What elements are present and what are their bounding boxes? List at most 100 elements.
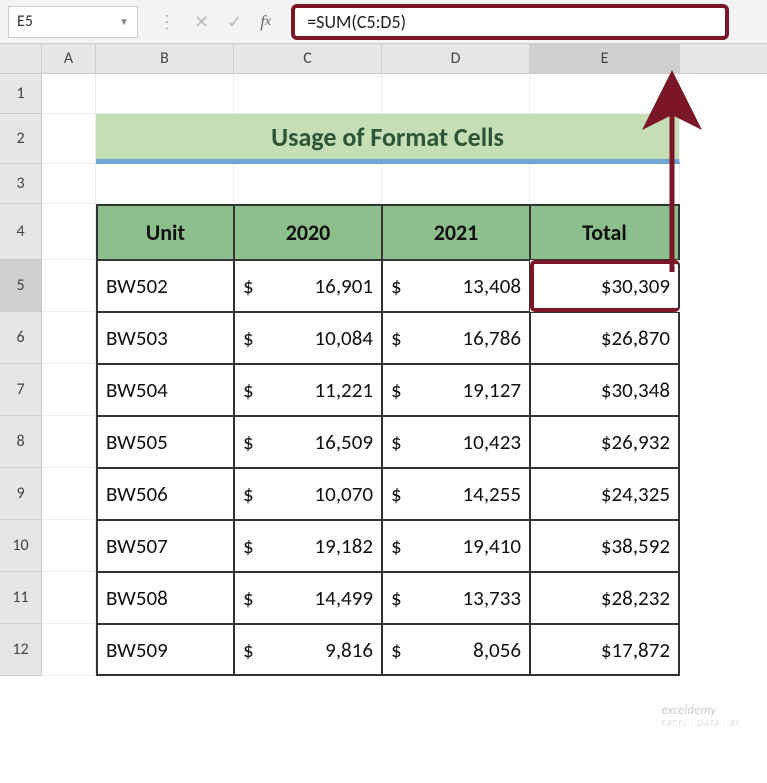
col-header-E[interactable]: E xyxy=(530,44,680,73)
cell-A10[interactable] xyxy=(42,520,96,572)
watermark: exceldemy EXCEL · DATA · BI xyxy=(662,703,739,729)
cell-A5[interactable] xyxy=(42,260,96,312)
cell-A6[interactable] xyxy=(42,312,96,364)
spreadsheet-grid: A B C D E 1 2 Usage of Format Cells 3 xyxy=(0,44,767,676)
row-header-9[interactable]: 9 xyxy=(0,468,42,520)
cell-A12[interactable] xyxy=(42,624,96,676)
cell-total-10[interactable]: $38,592 xyxy=(530,520,680,572)
cell-A2[interactable] xyxy=(42,114,96,164)
cell-D3[interactable] xyxy=(382,164,530,204)
row-6: 6 BW503 $10,084 $16,786 $26,870 xyxy=(0,312,767,364)
cell-A9[interactable] xyxy=(42,468,96,520)
row-header-8[interactable]: 8 xyxy=(0,416,42,468)
cell-unit-10[interactable]: BW507 xyxy=(96,520,234,572)
col-header-C[interactable]: C xyxy=(234,44,382,73)
cell-A8[interactable] xyxy=(42,416,96,468)
cell-2021-12[interactable]: $8,056 xyxy=(382,624,530,676)
cell-2021-5[interactable]: $13,408 xyxy=(382,260,530,312)
cell-total-6[interactable]: $26,870 xyxy=(530,312,680,364)
cell-total-11[interactable]: $28,232 xyxy=(530,572,680,624)
cell-A3[interactable] xyxy=(42,164,96,204)
row-header-4[interactable]: 4 xyxy=(0,204,42,260)
formula-bar: E5 ▼ ⋮ ✕ ✓ fx =SUM(C5:D5) xyxy=(0,0,767,44)
row-header-2[interactable]: 2 xyxy=(0,114,42,164)
row-header-5[interactable]: 5 xyxy=(0,260,42,312)
cell-2020-6[interactable]: $10,084 xyxy=(234,312,382,364)
row-12: 12 BW509 $9,816 $8,056 $17,872 xyxy=(0,624,767,676)
formula-bar-buttons: ⋮ ✕ ✓ fx xyxy=(158,11,271,33)
row-3: 3 xyxy=(0,164,767,204)
col-header-B[interactable]: B xyxy=(96,44,234,73)
row-2: 2 Usage of Format Cells xyxy=(0,114,767,164)
cancel-icon[interactable]: ✕ xyxy=(194,11,209,33)
name-box[interactable]: E5 ▼ xyxy=(8,6,138,38)
cell-A1[interactable] xyxy=(42,74,96,114)
header-unit[interactable]: Unit xyxy=(96,204,234,260)
cell-2021-8[interactable]: $10,423 xyxy=(382,416,530,468)
cell-A11[interactable] xyxy=(42,572,96,624)
watermark-text: exceldemy xyxy=(662,703,717,718)
header-total[interactable]: Total xyxy=(530,204,680,260)
row-10: 10 BW507 $19,182 $19,410 $38,592 xyxy=(0,520,767,572)
col-header-D[interactable]: D xyxy=(382,44,530,73)
cell-C3[interactable] xyxy=(234,164,382,204)
select-all-corner[interactable] xyxy=(0,44,42,73)
cell-unit-6[interactable]: BW503 xyxy=(96,312,234,364)
cell-unit-5[interactable]: BW502 xyxy=(96,260,234,312)
row-header-7[interactable]: 7 xyxy=(0,364,42,416)
name-box-value: E5 xyxy=(17,12,33,31)
cell-2020-8[interactable]: $16,509 xyxy=(234,416,382,468)
col-header-A[interactable]: A xyxy=(42,44,96,73)
cell-A4[interactable] xyxy=(42,204,96,260)
header-2020[interactable]: 2020 xyxy=(234,204,382,260)
checkmark-icon[interactable]: ✓ xyxy=(227,11,242,33)
cell-D1[interactable] xyxy=(382,74,530,114)
cell-unit-11[interactable]: BW508 xyxy=(96,572,234,624)
cell-2020-10[interactable]: $19,182 xyxy=(234,520,382,572)
cell-total-7[interactable]: $30,348 xyxy=(530,364,680,416)
row-header-1[interactable]: 1 xyxy=(0,74,42,114)
column-headers: A B C D E xyxy=(0,44,767,74)
formula-text: =SUM(C5:D5) xyxy=(307,11,406,33)
cell-unit-12[interactable]: BW509 xyxy=(96,624,234,676)
rows-container: 1 2 Usage of Format Cells 3 4 Unit xyxy=(0,74,767,676)
row-header-10[interactable]: 10 xyxy=(0,520,42,572)
cell-2020-7[interactable]: $11,221 xyxy=(234,364,382,416)
row-9: 9 BW506 $10,070 $14,255 $24,325 xyxy=(0,468,767,520)
title-banner[interactable]: Usage of Format Cells xyxy=(96,114,680,164)
cell-unit-7[interactable]: BW504 xyxy=(96,364,234,416)
cell-2021-7[interactable]: $19,127 xyxy=(382,364,530,416)
cell-2021-6[interactable]: $16,786 xyxy=(382,312,530,364)
cell-total-12[interactable]: $17,872 xyxy=(530,624,680,676)
cell-total-8[interactable]: $26,932 xyxy=(530,416,680,468)
chevron-down-icon[interactable]: ▼ xyxy=(119,15,129,28)
cell-2021-10[interactable]: $19,410 xyxy=(382,520,530,572)
cell-total-9[interactable]: $24,325 xyxy=(530,468,680,520)
vertical-ellipsis-icon: ⋮ xyxy=(158,11,176,33)
row-4: 4 Unit 2020 2021 Total xyxy=(0,204,767,260)
cell-2020-12[interactable]: $9,816 xyxy=(234,624,382,676)
row-header-12[interactable]: 12 xyxy=(0,624,42,676)
header-2021[interactable]: 2021 xyxy=(382,204,530,260)
formula-input[interactable]: =SUM(C5:D5) xyxy=(291,4,729,40)
cell-A7[interactable] xyxy=(42,364,96,416)
cell-C1[interactable] xyxy=(234,74,382,114)
cell-2020-5[interactable]: $16,901 xyxy=(234,260,382,312)
cell-unit-8[interactable]: BW505 xyxy=(96,416,234,468)
cell-2021-9[interactable]: $14,255 xyxy=(382,468,530,520)
cell-2021-11[interactable]: $13,733 xyxy=(382,572,530,624)
watermark-sub: EXCEL · DATA · BI xyxy=(662,718,739,729)
cell-2020-11[interactable]: $14,499 xyxy=(234,572,382,624)
cell-B1[interactable] xyxy=(96,74,234,114)
row-header-6[interactable]: 6 xyxy=(0,312,42,364)
row-8: 8 BW505 $16,509 $10,423 $26,932 xyxy=(0,416,767,468)
row-header-3[interactable]: 3 xyxy=(0,164,42,204)
cell-E1[interactable] xyxy=(530,74,680,114)
row-header-11[interactable]: 11 xyxy=(0,572,42,624)
cell-B3[interactable] xyxy=(96,164,234,204)
cell-2020-9[interactable]: $10,070 xyxy=(234,468,382,520)
cell-E3[interactable] xyxy=(530,164,680,204)
cell-total-5[interactable]: $30,309 xyxy=(530,260,680,312)
fx-icon[interactable]: fx xyxy=(260,12,271,32)
cell-unit-9[interactable]: BW506 xyxy=(96,468,234,520)
